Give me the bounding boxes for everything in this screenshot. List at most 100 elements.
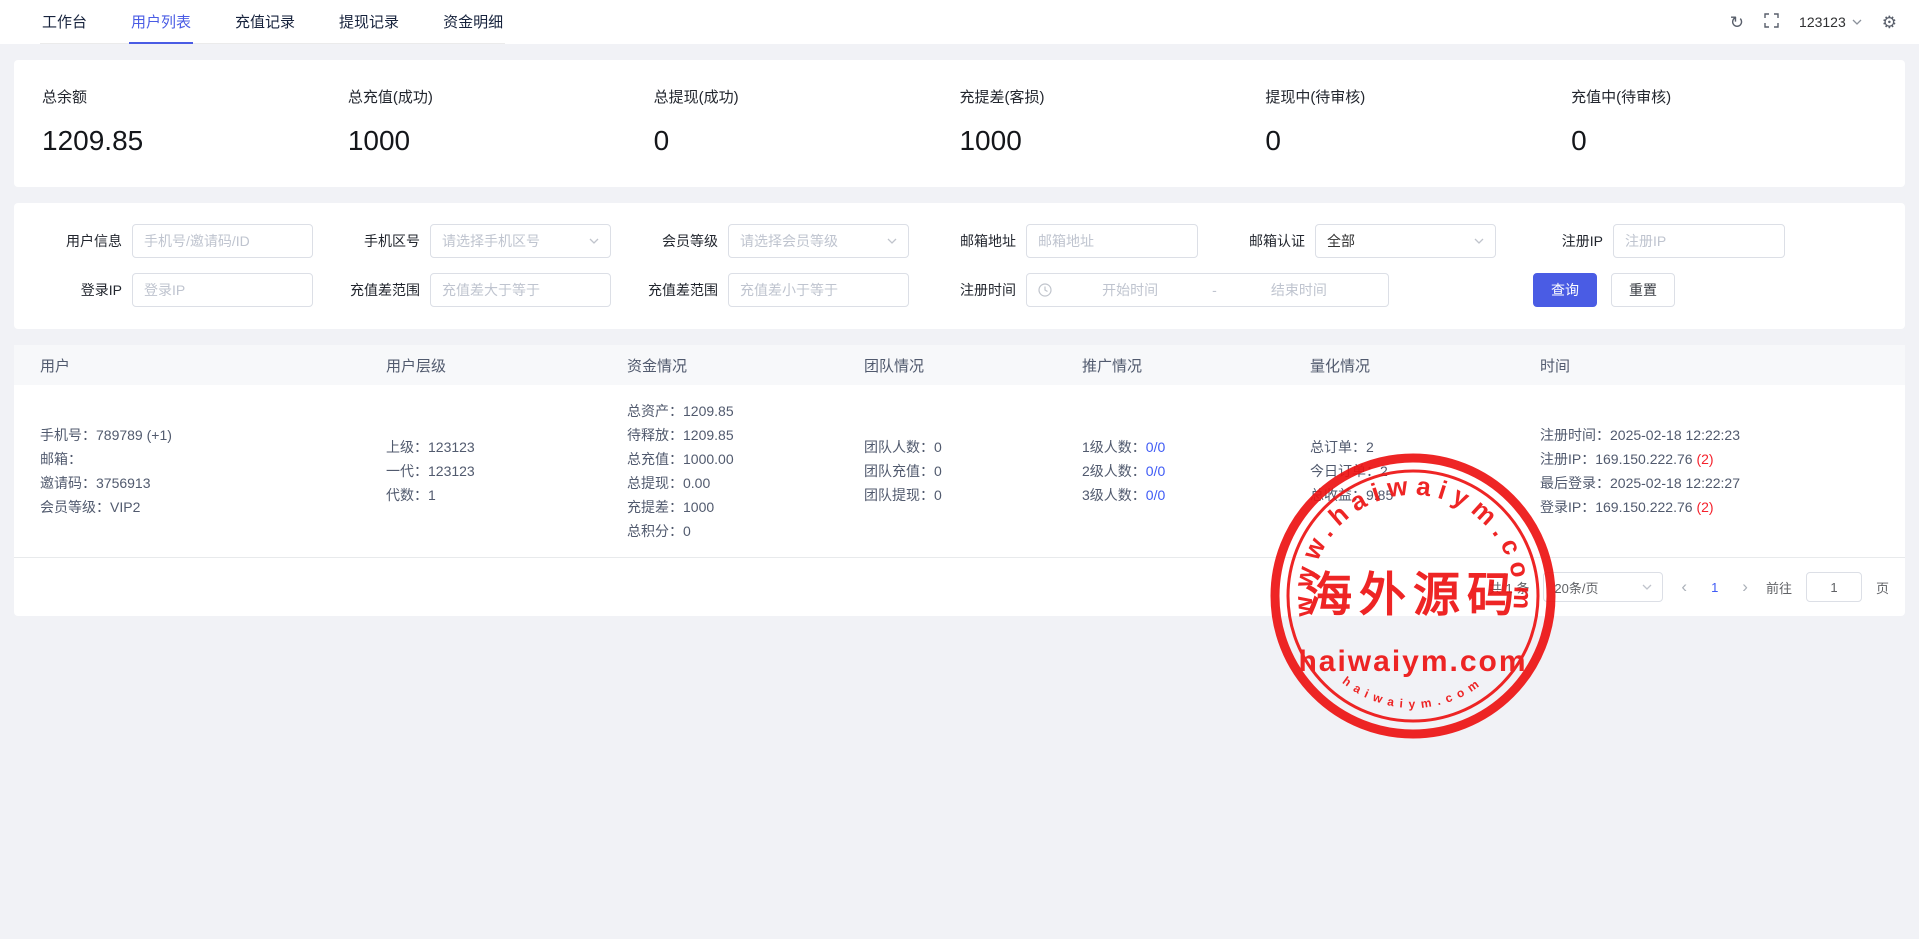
start-time-placeholder: 开始时间 xyxy=(1052,280,1208,300)
tab-fund-details[interactable]: 资金明细 xyxy=(441,0,505,43)
cell-quant: 总订单：2 今日订单：2 总收益：9.85 xyxy=(1310,435,1540,507)
user-info-input[interactable] xyxy=(132,224,313,258)
filter-panel: 用户信息 手机区号 请选择手机区号 会员等级 请选择会员等级 邮箱地址 邮箱认证… xyxy=(14,203,1905,329)
register-time-range[interactable]: 开始时间 - 结束时间 xyxy=(1026,273,1389,307)
tab-recharge-records[interactable]: 充值记录 xyxy=(233,0,297,43)
member-level-select[interactable]: 请选择会员等级 xyxy=(728,224,909,258)
gear-icon[interactable]: ⚙ xyxy=(1882,14,1897,31)
page-number[interactable]: 1 xyxy=(1705,580,1724,595)
level3-count-link[interactable]: 0/0 xyxy=(1146,487,1165,503)
cell-team: 团队人数：0 团队充值：0 团队提现：0 xyxy=(864,435,1082,507)
filter-diff-max: 充值差范围 xyxy=(638,273,909,307)
col-level: 用户层级 xyxy=(386,355,627,376)
tab-user-list[interactable]: 用户列表 xyxy=(129,0,193,43)
filter-register-time: 注册时间 开始时间 - 结束时间 xyxy=(936,273,1389,307)
user-phone: 手机号：789789 (+1) xyxy=(40,423,386,447)
filter-member-level: 会员等级 请选择会员等级 xyxy=(638,224,909,258)
clock-icon xyxy=(1038,283,1052,297)
stat-value: 1000 xyxy=(348,125,654,157)
page-size-select[interactable]: 20条/页 xyxy=(1543,572,1663,602)
filter-buttons: 查询 重置 xyxy=(1533,273,1675,307)
level2-count-link[interactable]: 0/0 xyxy=(1146,463,1165,479)
email-input[interactable] xyxy=(1026,224,1198,258)
col-quant: 量化情况 xyxy=(1310,355,1540,376)
select-value: 全部 xyxy=(1327,231,1355,251)
field-label: 会员等级 xyxy=(638,231,718,251)
ip-dup-count: (2) xyxy=(1696,499,1713,515)
account-dropdown[interactable]: 123123 xyxy=(1799,14,1862,30)
field-label: 登录IP xyxy=(42,280,122,300)
stat-withdraw-pending: 提现中(待审核) 0 xyxy=(1265,86,1571,157)
page-unit-label: 页 xyxy=(1876,578,1889,597)
chevron-down-icon xyxy=(1642,584,1652,590)
tab-withdraw-records[interactable]: 提现记录 xyxy=(337,0,401,43)
svg-text:haiwaiym.com: haiwaiym.com xyxy=(1340,674,1486,711)
filter-login-ip: 登录IP xyxy=(42,273,313,307)
stamp-domain-text: haiwaiym.com xyxy=(1298,645,1527,678)
field-label: 邮箱地址 xyxy=(936,231,1016,251)
user-email: 邮箱： xyxy=(40,447,386,471)
prev-page-button[interactable]: ‹ xyxy=(1677,577,1691,597)
field-label: 注册时间 xyxy=(936,280,1016,300)
refresh-icon[interactable]: ↻ xyxy=(1730,14,1744,31)
stat-value: 1000 xyxy=(959,125,1265,157)
diff-min-input[interactable] xyxy=(430,273,611,307)
filter-email: 邮箱地址 xyxy=(936,224,1198,258)
stat-total-balance: 总余额 1209.85 xyxy=(42,86,348,157)
field-label: 手机区号 xyxy=(340,231,420,251)
col-funds: 资金情况 xyxy=(627,355,864,376)
filter-diff-min: 充值差范围 xyxy=(340,273,611,307)
col-promo: 推广情况 xyxy=(1082,355,1310,376)
search-button[interactable]: 查询 xyxy=(1533,273,1597,307)
goto-label: 前往 xyxy=(1766,578,1792,597)
stat-value: 0 xyxy=(654,125,960,157)
stat-total-withdraw: 总提现(成功) 0 xyxy=(654,86,960,157)
filter-phone-area: 手机区号 请选择手机区号 xyxy=(340,224,611,258)
filter-email-verified: 邮箱认证 全部 xyxy=(1225,224,1496,258)
filter-register-ip: 注册IP xyxy=(1523,224,1785,258)
table-row: 手机号：789789 (+1) 邮箱： 邀请码：3756913 会员等级：VIP… xyxy=(14,385,1905,558)
stamp-arc-bottom-text: haiwaiym.com xyxy=(1340,674,1486,711)
diff-max-input[interactable] xyxy=(728,273,909,307)
stat-label: 提现中(待审核) xyxy=(1265,86,1571,107)
nav-tabs: 工作台 用户列表 充值记录 提现记录 资金明细 xyxy=(40,0,505,44)
stat-label: 总充值(成功) xyxy=(348,86,654,107)
filter-row-2: 登录IP 充值差范围 充值差范围 注册时间 开始时间 - 结束时间 查询 重置 xyxy=(42,273,1877,307)
email-verified-select[interactable]: 全部 xyxy=(1315,224,1496,258)
total-count: 共 1 条 xyxy=(1489,578,1529,597)
select-placeholder: 请选择手机区号 xyxy=(442,231,540,251)
filter-user-info: 用户信息 xyxy=(42,224,313,258)
fullscreen-icon[interactable] xyxy=(1764,13,1779,31)
cell-promo: 1级人数：0/0 2级人数：0/0 3级人数：0/0 xyxy=(1082,435,1310,507)
stats-panel: 总余额 1209.85 总充值(成功) 1000 总提现(成功) 0 充提差(客… xyxy=(14,60,1905,187)
stat-label: 总提现(成功) xyxy=(654,86,960,107)
cell-time: 注册时间：2025-02-18 12:22:23 注册IP：169.150.22… xyxy=(1540,423,1905,519)
chevron-down-icon xyxy=(1474,238,1484,244)
pagination: 共 1 条 20条/页 ‹ 1 › 前往 页 xyxy=(14,558,1905,616)
cell-level: 上级：123123 一代：123123 代数：1 xyxy=(386,435,627,507)
tab-workbench[interactable]: 工作台 xyxy=(40,0,89,43)
level1-count-link[interactable]: 0/0 xyxy=(1146,439,1165,455)
goto-page-input[interactable] xyxy=(1806,572,1862,602)
cell-user: 手机号：789789 (+1) 邮箱： 邀请码：3756913 会员等级：VIP… xyxy=(14,423,386,519)
login-ip-input[interactable] xyxy=(132,273,313,307)
user-vip-level: 会员等级：VIP2 xyxy=(40,495,386,519)
account-name: 123123 xyxy=(1799,14,1846,30)
stat-value: 0 xyxy=(1265,125,1571,157)
filter-row-1: 用户信息 手机区号 请选择手机区号 会员等级 请选择会员等级 邮箱地址 邮箱认证… xyxy=(42,224,1877,258)
topbar: 工作台 用户列表 充值记录 提现记录 资金明细 ↻ 123123 ⚙ xyxy=(0,0,1919,44)
field-label: 用户信息 xyxy=(42,231,122,251)
user-table: 用户 用户层级 资金情况 团队情况 推广情况 量化情况 时间 手机号：78978… xyxy=(14,345,1905,616)
select-placeholder: 请选择会员等级 xyxy=(740,231,838,251)
end-time-placeholder: 结束时间 xyxy=(1221,280,1377,300)
stat-label: 充提差(客损) xyxy=(959,86,1265,107)
stat-diff: 充提差(客损) 1000 xyxy=(959,86,1265,157)
phone-area-select[interactable]: 请选择手机区号 xyxy=(430,224,611,258)
field-label: 邮箱认证 xyxy=(1225,231,1305,251)
next-page-button[interactable]: › xyxy=(1738,577,1752,597)
reset-button[interactable]: 重置 xyxy=(1611,273,1675,307)
stat-label: 充值中(待审核) xyxy=(1571,86,1877,107)
field-label: 充值差范围 xyxy=(340,280,420,300)
col-team: 团队情况 xyxy=(864,355,1082,376)
register-ip-input[interactable] xyxy=(1613,224,1785,258)
